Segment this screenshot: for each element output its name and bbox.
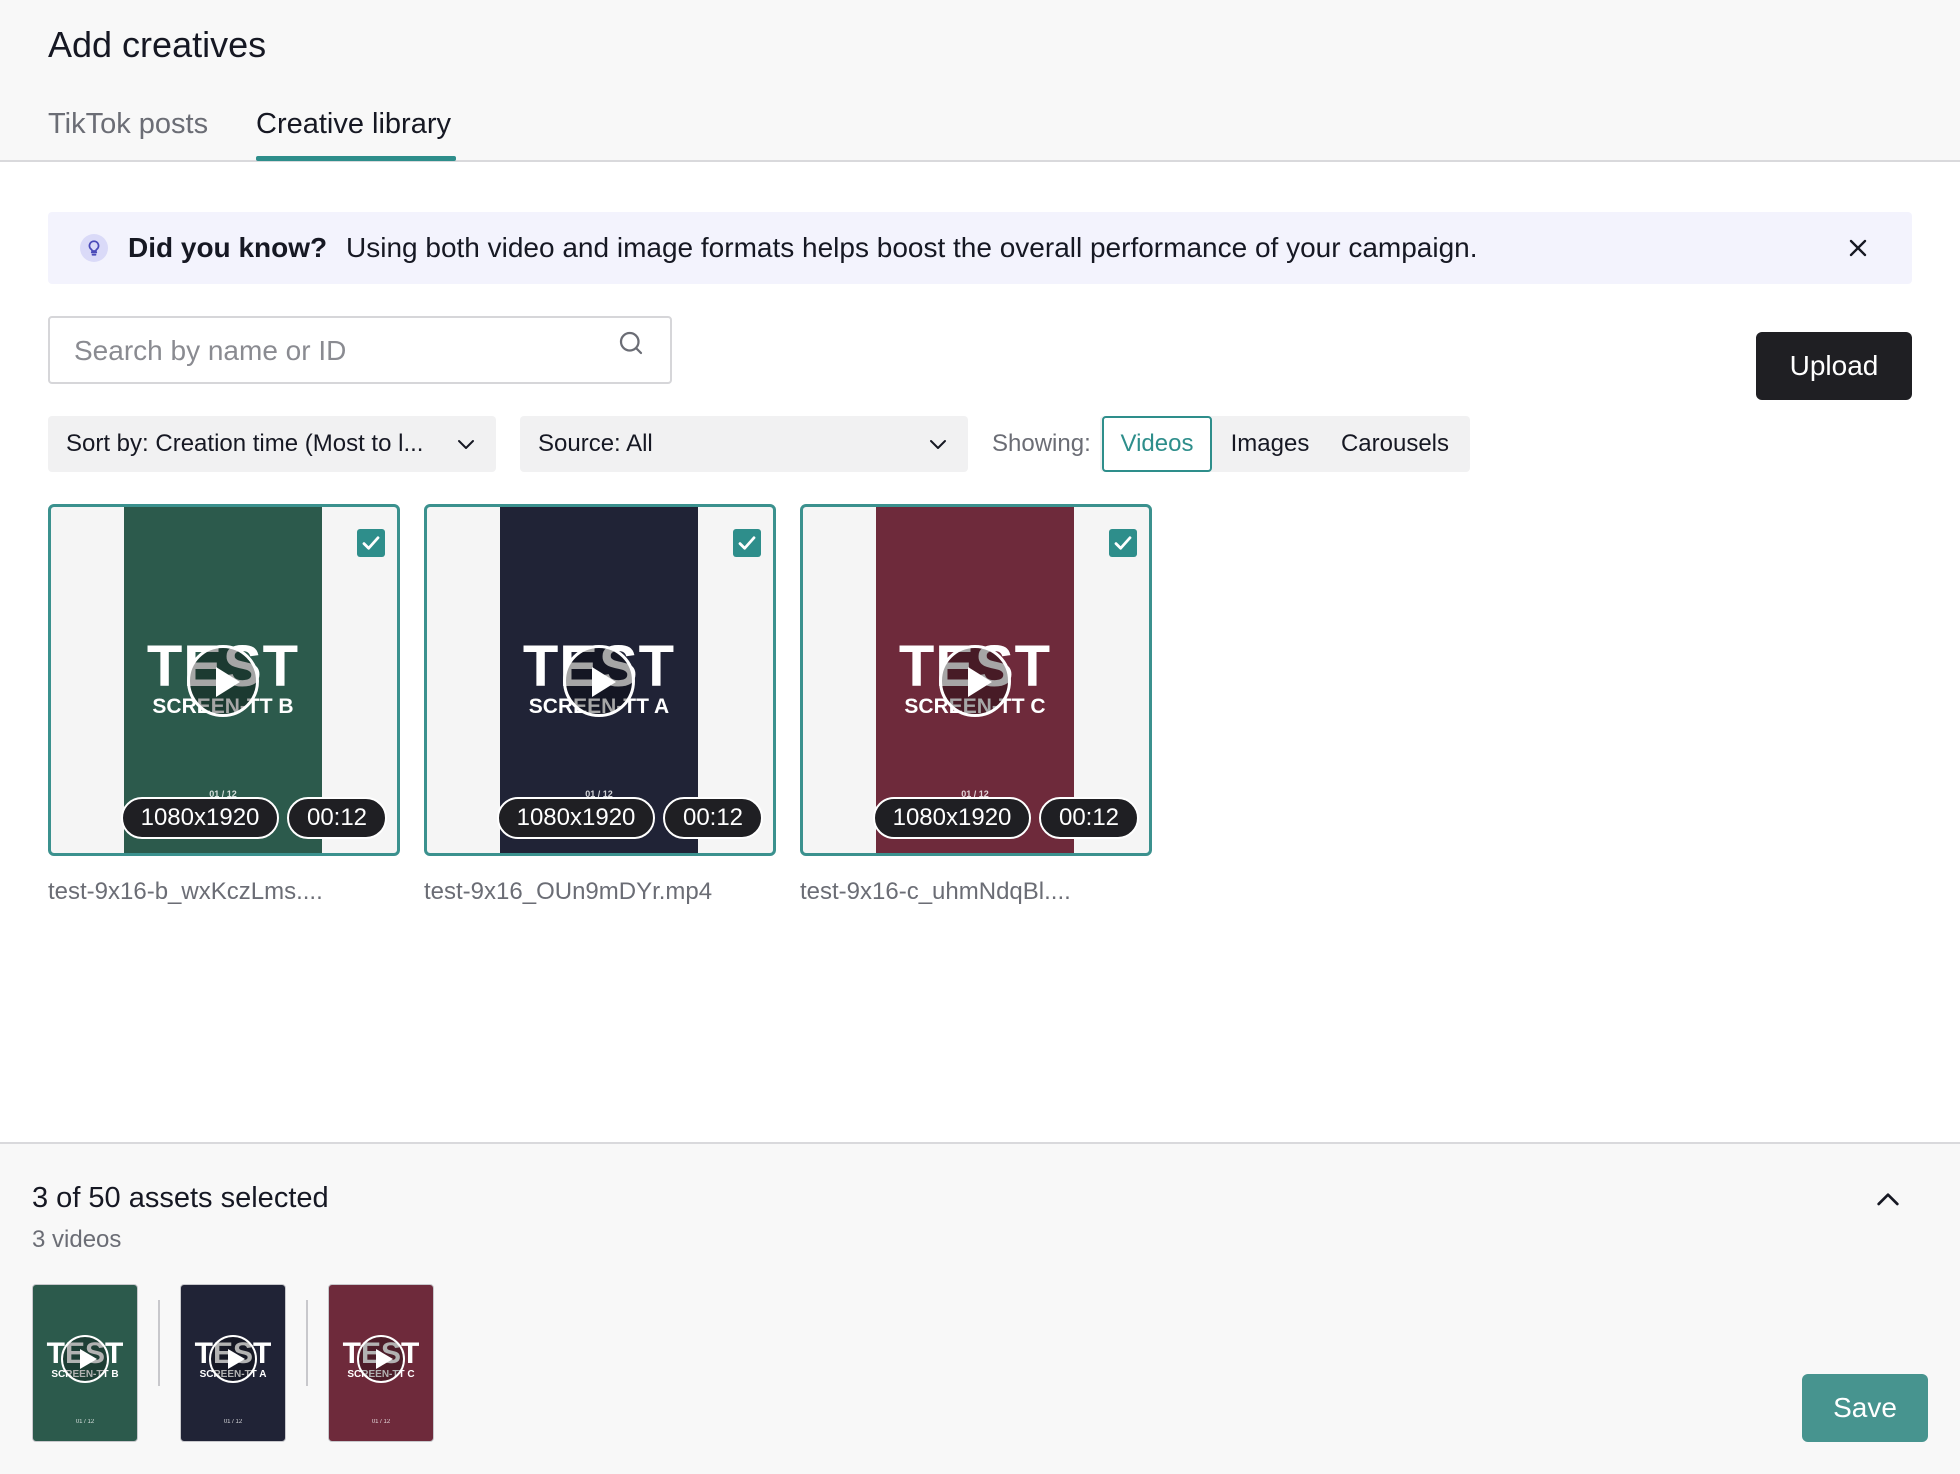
asset-name: test-9x16-b_wxKczLms.... — [48, 878, 323, 905]
checkbox-checked[interactable] — [733, 529, 761, 557]
checkbox-checked[interactable] — [357, 529, 385, 557]
play-icon[interactable] — [939, 645, 1011, 717]
upload-button[interactable]: Upload — [1756, 332, 1912, 400]
source-label: Source: — [538, 430, 621, 457]
mini-footer: 01 / 12 — [223, 1419, 243, 1425]
sort-value: Creation time (Most to l... — [155, 430, 424, 457]
info-banner: Did you know? Using both video and image… — [48, 212, 1912, 284]
thumbnail-divider — [158, 1300, 160, 1386]
search-icon[interactable] — [616, 328, 650, 362]
save-button[interactable]: Save — [1802, 1374, 1928, 1442]
sort-dropdown[interactable]: Sort by: Creation time (Most to l... — [48, 416, 496, 472]
asset-card[interactable]: TEST SCREEN-TT A 01 / 12 1080x1920 00:12 — [424, 504, 776, 856]
banner-title: Did you know? — [128, 232, 328, 263]
play-icon[interactable] — [187, 645, 259, 717]
active-tab-indicator — [256, 156, 456, 161]
resolution-badge: 1080x1920 — [121, 797, 279, 839]
source-dropdown[interactable]: Source: All — [520, 416, 968, 472]
page-title: Add creatives — [48, 24, 267, 65]
filter-images[interactable]: Images — [1220, 416, 1320, 472]
mini-footer: 01 / 12 — [371, 1419, 391, 1425]
tab-tiktok-posts[interactable]: TikTok posts — [48, 108, 208, 141]
checkbox-checked[interactable] — [1109, 529, 1137, 557]
filter-carousels[interactable]: Carousels — [1328, 416, 1462, 472]
selected-thumbnail[interactable]: TEST SCREEN-TT C 01 / 12 — [328, 1284, 434, 1442]
selected-count: 3 of 50 assets selected — [32, 1182, 329, 1214]
mini-footer: 01 / 12 — [75, 1419, 95, 1425]
play-icon — [209, 1335, 257, 1383]
tab-creative-library[interactable]: Creative library — [256, 108, 451, 141]
thumbnail-divider — [306, 1300, 308, 1386]
resolution-badge: 1080x1920 — [497, 797, 655, 839]
play-icon[interactable] — [563, 645, 635, 717]
play-icon — [357, 1335, 405, 1383]
asset-name: test-9x16-c_uhmNdqBl.... — [800, 878, 1071, 905]
selected-thumbnail[interactable]: TEST SCREEN-TT A 01 / 12 — [180, 1284, 286, 1442]
banner-text: Using both video and image formats helps… — [346, 232, 1478, 263]
resolution-badge: 1080x1920 — [873, 797, 1031, 839]
search-placeholder: Search by name or ID — [74, 335, 347, 366]
showing-segmented-control: Videos Images Carousels — [1100, 416, 1470, 472]
chevron-up-icon[interactable] — [1872, 1184, 1904, 1216]
sort-label: Sort by: — [66, 430, 149, 457]
filter-videos[interactable]: Videos — [1102, 416, 1212, 472]
selected-breakdown: 3 videos — [32, 1226, 122, 1253]
play-icon — [61, 1335, 109, 1383]
asset-card[interactable]: TEST SCREEN-TT C 01 / 12 1080x1920 00:12 — [800, 504, 1152, 856]
duration-badge: 00:12 — [663, 797, 763, 839]
duration-badge: 00:12 — [287, 797, 387, 839]
chevron-down-icon — [454, 432, 478, 456]
asset-card[interactable]: TEST SCREEN-TT B 01 / 12 1080x1920 00:12 — [48, 504, 400, 856]
duration-badge: 00:12 — [1039, 797, 1139, 839]
showing-label: Showing: — [992, 430, 1091, 457]
lightbulb-icon — [80, 234, 108, 262]
source-value: All — [626, 430, 653, 457]
search-input[interactable]: Search by name or ID — [48, 316, 672, 384]
chevron-down-icon — [926, 432, 950, 456]
selected-thumbnail[interactable]: TEST SCREEN-TT B 01 / 12 — [32, 1284, 138, 1442]
selection-tray: 3 of 50 assets selected 3 videos TEST SC… — [0, 1142, 1960, 1474]
modal-header: Add creatives TikTok posts Creative libr… — [0, 0, 1960, 162]
asset-name: test-9x16_OUn9mDYr.mp4 — [424, 878, 713, 905]
close-icon[interactable] — [1844, 234, 1872, 262]
